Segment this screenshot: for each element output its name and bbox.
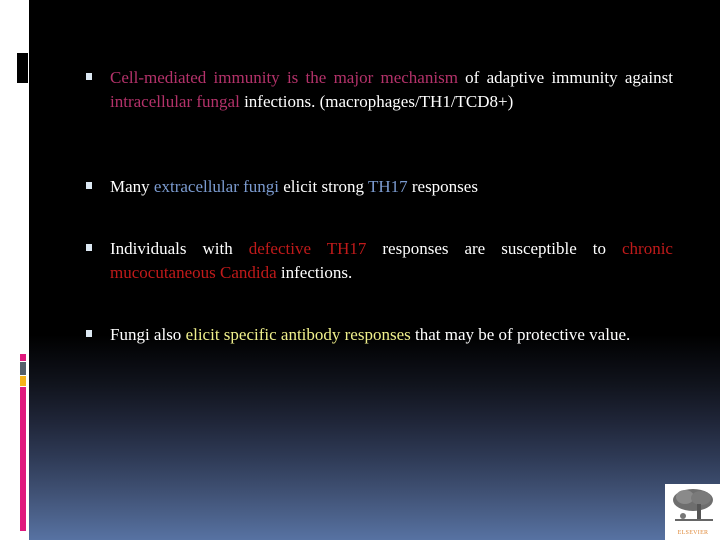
text-segment: Fungi also: [110, 325, 186, 344]
text-segment: responses: [407, 177, 478, 196]
accent-bar-gray: [20, 362, 26, 375]
square-bullet-icon: [86, 182, 92, 189]
text-segment: elicit strong: [279, 177, 368, 196]
bullet-item: Individuals with defective TH17 response…: [85, 237, 673, 284]
text-segment: elicit specific antibody responses: [185, 325, 411, 344]
text-segment: of adaptive immunity against: [457, 68, 673, 87]
text-segment: responses are susceptible to: [366, 239, 622, 258]
text-segment: TH17: [367, 177, 408, 196]
elsevier-tree-icon: [673, 489, 713, 521]
text-segment: extracellular fungi: [153, 177, 279, 196]
bullet-item: Many extracellular fungi elicit strong T…: [85, 175, 673, 199]
text-segment: infections. (macrophages/TH1/TCD8+): [239, 91, 514, 111]
accent-bar-pink: [20, 387, 26, 531]
text-segment: Cell-mediated immunity is the major mech…: [110, 68, 458, 87]
accent-bar-pink-top: [20, 354, 26, 361]
text-segment: that may be of protective value.: [410, 325, 631, 344]
bullet-item: Fungi also elicit specific antibody resp…: [85, 323, 673, 347]
text-segment: infections.: [276, 262, 353, 282]
logo-text: ELSEVIER: [677, 530, 709, 536]
text-segment: Individuals with: [110, 239, 249, 258]
square-bullet-icon: [86, 244, 92, 251]
decorative-block: [17, 53, 28, 83]
elsevier-logo: ELSEVIER: [665, 484, 720, 540]
text-segment: defective TH17: [248, 239, 367, 258]
square-bullet-icon: [86, 73, 92, 80]
accent-bar-orange: [20, 376, 26, 386]
bullet-item: Cell-mediated immunity is the major mech…: [85, 66, 673, 113]
slide-canvas: Cell-mediated immunity is the major mech…: [29, 0, 720, 540]
text-segment: intracellular fungal: [110, 91, 240, 111]
bullet-list: Cell-mediated immunity is the major mech…: [85, 66, 673, 344]
square-bullet-icon: [86, 330, 92, 337]
text-segment: Many: [110, 177, 154, 196]
